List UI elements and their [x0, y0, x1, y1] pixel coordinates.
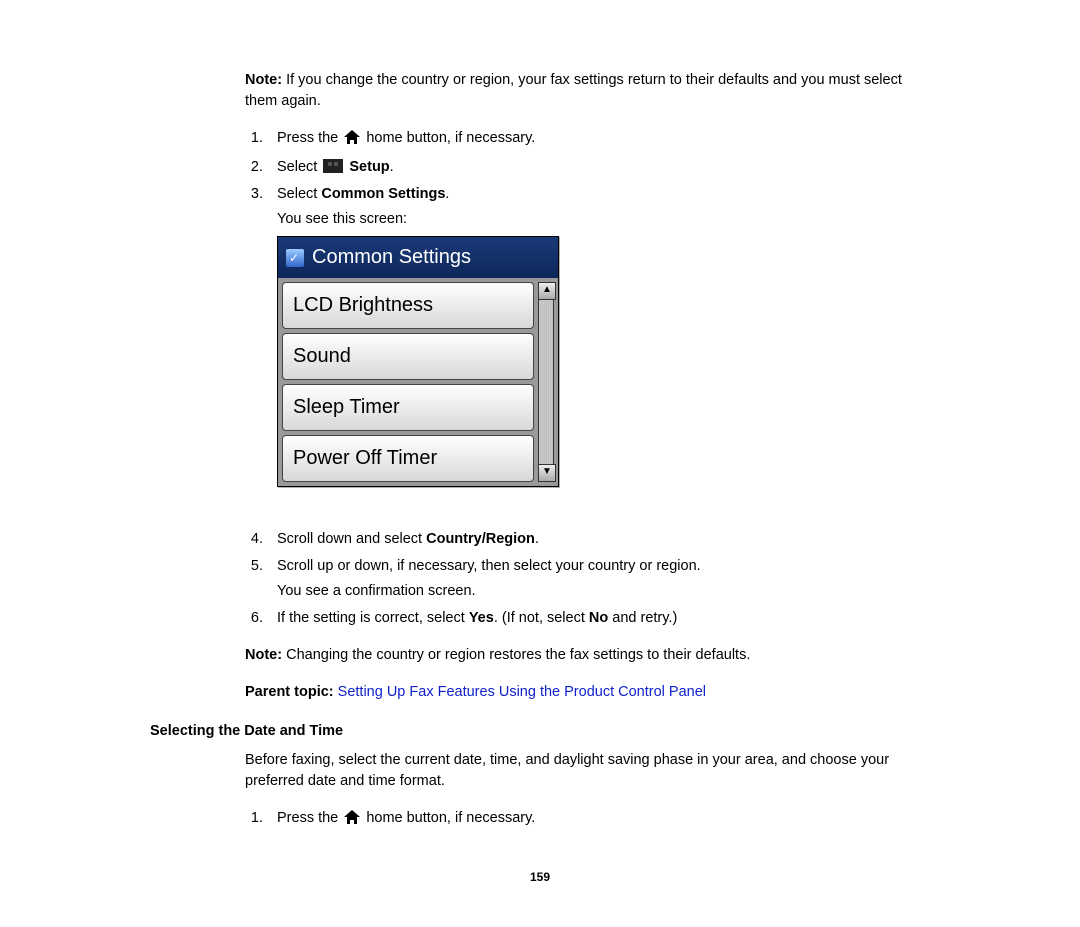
step-item: 1. Press the home button, if necessary. — [245, 128, 930, 151]
step-number: 2. — [245, 157, 263, 178]
step-item: 1. Press the home button, if necessary. — [245, 808, 930, 831]
home-icon — [344, 130, 360, 151]
step-item: 5. Scroll up or down, if necessary, then… — [245, 556, 930, 602]
steps-list-2: 4. Scroll down and select Country/Region… — [245, 529, 930, 629]
date-time-section: Selecting the Date and Time Before faxin… — [150, 721, 930, 831]
step-text: Scroll up or down, if necessary, then se… — [277, 556, 930, 602]
scroll-down-icon: ▼ — [538, 464, 556, 482]
step-text: Scroll down and select Country/Region. — [277, 529, 930, 550]
section-heading: Selecting the Date and Time — [150, 721, 930, 742]
note-label: Note: — [245, 647, 282, 663]
screenshot-list: LCD Brightness Sound Sleep Timer Power O… — [282, 282, 534, 482]
step-text: Press the home button, if necessary. — [277, 128, 930, 151]
parent-topic-link[interactable]: Setting Up Fax Features Using the Produc… — [338, 684, 706, 700]
screenshot-titlebar: Common Settings — [278, 237, 558, 278]
note-text: If you change the country or region, you… — [245, 72, 902, 109]
scroll-up-icon: ▲ — [538, 282, 556, 300]
setup-icon — [323, 159, 343, 173]
step-text: Press the home button, if necessary. — [277, 808, 930, 831]
screenshot-body: LCD Brightness Sound Sleep Timer Power O… — [278, 278, 558, 486]
step-item: 3. Select Common Settings. You see this … — [245, 184, 930, 513]
step-item: 2. Select Setup. — [245, 157, 930, 178]
title-check-icon — [286, 249, 304, 267]
steps-list-3: 1. Press the home button, if necessary. — [245, 808, 930, 831]
screenshot-scrollbar: ▲ ▼ — [538, 282, 554, 482]
step-number: 1. — [245, 128, 263, 151]
steps-list-1: 1. Press the home button, if necessary. … — [245, 128, 930, 513]
screenshot-title: Common Settings — [312, 243, 471, 272]
menu-item: LCD Brightness — [282, 282, 534, 329]
step-item: 4. Scroll down and select Country/Region… — [245, 529, 930, 550]
note-text: Changing the country or region restores … — [282, 647, 750, 663]
parent-topic-label: Parent topic: — [245, 684, 334, 700]
note-paragraph: Note: Changing the country or region res… — [245, 645, 930, 666]
content-block: Note: If you change the country or regio… — [245, 70, 930, 703]
menu-item: Sleep Timer — [282, 384, 534, 431]
step-number: 4. — [245, 529, 263, 550]
scroll-track — [538, 300, 554, 464]
step-number: 1. — [245, 808, 263, 831]
note-label: Note: — [245, 72, 282, 88]
menu-item: Sound — [282, 333, 534, 380]
section-body: Before faxing, select the current date, … — [245, 750, 930, 831]
section-intro: Before faxing, select the current date, … — [245, 750, 930, 792]
step-text: If the setting is correct, select Yes. (… — [277, 608, 930, 629]
step-text: Select Setup. — [277, 157, 930, 178]
step-number: 6. — [245, 608, 263, 629]
step-item: 6. If the setting is correct, select Yes… — [245, 608, 930, 629]
note-paragraph: Note: If you change the country or regio… — [245, 70, 930, 112]
document-page: Note: If you change the country or regio… — [0, 0, 1080, 927]
step-number: 3. — [245, 184, 263, 513]
parent-topic: Parent topic: Setting Up Fax Features Us… — [245, 682, 930, 703]
page-number: 159 — [150, 869, 930, 886]
step-text: Select Common Settings. You see this scr… — [277, 184, 930, 513]
menu-item: Power Off Timer — [282, 435, 534, 482]
device-screenshot: Common Settings LCD Brightness Sound Sle… — [277, 236, 559, 487]
step-number: 5. — [245, 556, 263, 602]
home-icon — [344, 810, 360, 831]
